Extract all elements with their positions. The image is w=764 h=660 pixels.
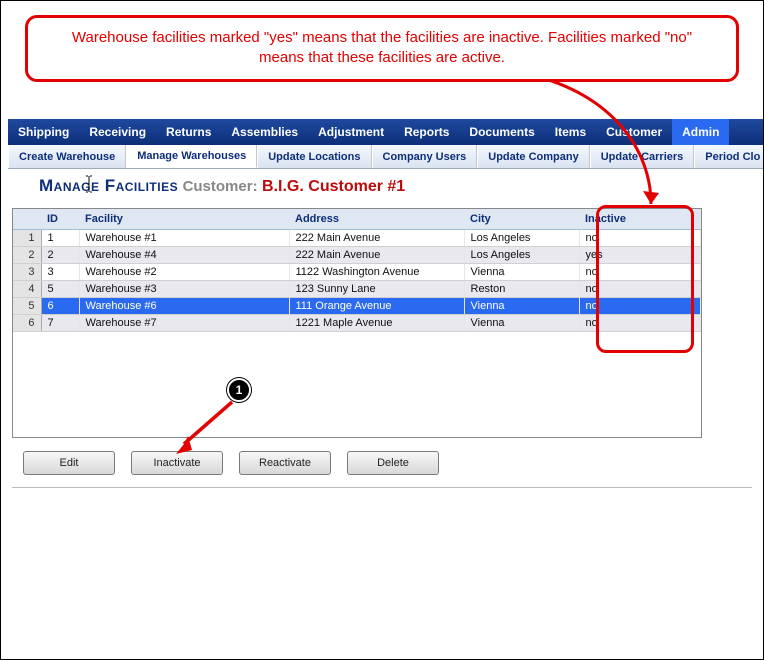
cell-address: 222 Main Avenue [289,247,464,264]
cell-city: Vienna [464,298,579,315]
col-header-rownum[interactable] [13,209,41,230]
col-header-city[interactable]: City [464,209,579,230]
cell-address: 222 Main Avenue [289,230,464,247]
delete-button[interactable]: Delete [347,451,439,475]
page-heading: Manage Facilities Customer: B.I.G. Custo… [39,176,405,196]
cell-city: Los Angeles [464,230,579,247]
cell-address: 123 Sunny Lane [289,281,464,298]
facilities-grid: ID Facility Address City Inactive 11Ware… [12,208,702,438]
nav-primary-receiving[interactable]: Receiving [79,119,156,145]
cell-id: 7 [41,315,79,332]
nav-primary-adjustment[interactable]: Adjustment [308,119,394,145]
page-customer-name: B.I.G. Customer #1 [262,178,405,195]
table-row[interactable]: 22Warehouse #4222 Main AvenueLos Angeles… [13,247,701,264]
nav-secondary-manage-warehouses[interactable]: Manage Warehouses [126,145,257,168]
cell-rownum: 6 [13,315,41,332]
cell-city: Vienna [464,264,579,281]
reactivate-button[interactable]: Reactivate [239,451,331,475]
page-sub-label: Customer: [183,178,258,195]
cell-facility: Warehouse #2 [79,264,289,281]
cell-address: 111 Orange Avenue [289,298,464,315]
table-row[interactable]: 11Warehouse #1222 Main AvenueLos Angeles… [13,230,701,247]
cell-city: Vienna [464,315,579,332]
cell-inactive: no [579,281,701,298]
nav-primary-returns[interactable]: Returns [156,119,221,145]
cell-inactive: no [579,230,701,247]
cell-rownum: 4 [13,281,41,298]
step-marker-label: 1 [236,383,243,397]
cell-address: 1221 Maple Avenue [289,315,464,332]
cell-city: Reston [464,281,579,298]
col-header-facility[interactable]: Facility [79,209,289,230]
callout-pointer-icon [501,69,701,209]
cell-rownum: 1 [13,230,41,247]
nav-secondary-create-warehouse[interactable]: Create Warehouse [8,145,126,168]
cell-inactive: no [579,264,701,281]
col-header-address[interactable]: Address [289,209,464,230]
action-buttons: Edit Inactivate Reactivate Delete [23,451,439,475]
cell-id: 5 [41,281,79,298]
cell-facility: Warehouse #1 [79,230,289,247]
cell-facility: Warehouse #7 [79,315,289,332]
divider [12,487,752,488]
nav-secondary-company-users[interactable]: Company Users [372,145,478,168]
cell-facility: Warehouse #6 [79,298,289,315]
col-header-id[interactable]: ID [41,209,79,230]
annotation-text: Warehouse facilities marked "yes" means … [72,29,692,66]
nav-primary-reports[interactable]: Reports [394,119,459,145]
table-row[interactable]: 45Warehouse #3123 Sunny LaneRestonno [13,281,701,298]
table-row[interactable]: 33Warehouse #21122 Washington AvenueVien… [13,264,701,281]
cell-id: 1 [41,230,79,247]
step-marker-1: 1 [227,378,251,402]
cell-facility: Warehouse #4 [79,247,289,264]
col-header-inactive[interactable]: Inactive [579,209,701,230]
cell-inactive: no [579,315,701,332]
cell-id: 3 [41,264,79,281]
edit-button[interactable]: Edit [23,451,115,475]
cell-facility: Warehouse #3 [79,281,289,298]
cell-rownum: 2 [13,247,41,264]
nav-secondary-period-clo[interactable]: Period Clo [694,145,763,168]
cell-rownum: 5 [13,298,41,315]
cell-city: Los Angeles [464,247,579,264]
inactivate-button[interactable]: Inactivate [131,451,223,475]
nav-secondary-update-locations[interactable]: Update Locations [257,145,371,168]
cell-id: 2 [41,247,79,264]
table-header-row: ID Facility Address City Inactive [13,209,701,230]
cell-inactive: yes [579,247,701,264]
cell-address: 1122 Washington Avenue [289,264,464,281]
table-row[interactable]: 67Warehouse #71221 Maple AvenueViennano [13,315,701,332]
cell-inactive: no [579,298,701,315]
table-row[interactable]: 56Warehouse #6111 Orange AvenueViennano [13,298,701,315]
page-title: Manage Facilities [39,176,178,195]
cell-rownum: 3 [13,264,41,281]
annotation-callout: Warehouse facilities marked "yes" means … [25,15,739,82]
nav-primary-assemblies[interactable]: Assemblies [221,119,308,145]
nav-primary-shipping[interactable]: Shipping [8,119,79,145]
cell-id: 6 [41,298,79,315]
